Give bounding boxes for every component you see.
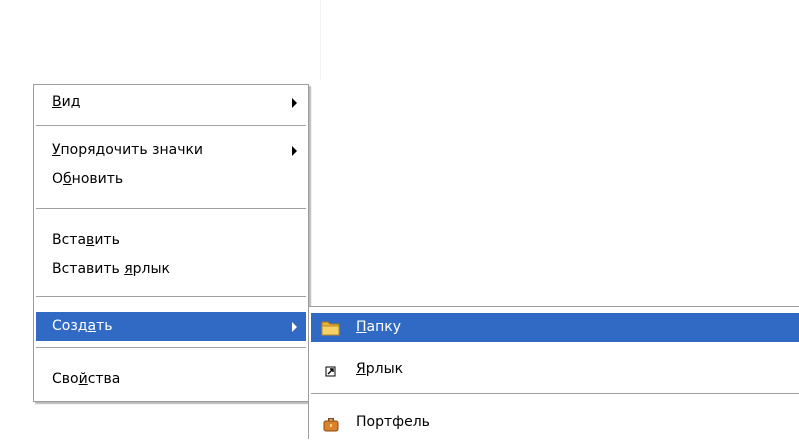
- menu-item-new[interactable]: Создать: [36, 312, 306, 341]
- menu-separator: [36, 208, 306, 209]
- menu-item-label: рлык: [132, 261, 171, 277]
- menu-item-paste[interactable]: Вставить: [36, 226, 306, 255]
- menu-item-label: порядочить значки: [60, 142, 204, 158]
- submenu-arrow-icon: [292, 322, 297, 332]
- submenu-item-accesskey: П: [356, 319, 367, 335]
- menu-item-accesskey: а: [87, 318, 97, 334]
- menu-item-label: ить: [94, 232, 120, 248]
- submenu-arrow-icon: [292, 146, 297, 156]
- menu-item-label: ид: [61, 94, 81, 110]
- submenu-item-accesskey: Я: [356, 361, 366, 377]
- background-divider: [320, 0, 321, 80]
- menu-item-accesskey: б: [63, 171, 72, 187]
- submenu-item-briefcase[interactable]: Портфель: [311, 408, 799, 437]
- menu-item-label: Сво: [52, 371, 79, 387]
- submenu-item-shortcut[interactable]: Ярлык: [311, 355, 799, 384]
- briefcase-icon: [321, 413, 341, 433]
- menu-item-label: ства: [87, 371, 121, 387]
- menu-item-view[interactable]: Вид: [36, 88, 306, 117]
- new-submenu: Папку Ярлык Портфель: [308, 306, 799, 439]
- submenu-arrow-icon: [292, 98, 297, 108]
- submenu-item-label: апку: [366, 319, 402, 335]
- menu-item-properties[interactable]: Свойства: [36, 365, 306, 394]
- menu-item-accesskey: я: [124, 261, 133, 277]
- menu-item-label: ть: [96, 318, 113, 334]
- desktop-context-menu: Вид Упорядочить значки Обновить Вставить…: [33, 84, 309, 402]
- submenu-item-label: рлык: [365, 361, 404, 377]
- folder-icon: [321, 318, 341, 338]
- menu-item-label: Вста: [52, 232, 87, 248]
- menu-item-label: Вставить: [52, 261, 125, 277]
- shortcut-icon: [321, 360, 341, 380]
- menu-separator: [36, 125, 306, 126]
- submenu-item-folder[interactable]: Папку: [311, 313, 799, 342]
- menu-item-accesskey: й: [78, 371, 88, 387]
- menu-item-paste-shortcut[interactable]: Вставить ярлык: [36, 255, 306, 284]
- menu-item-arrange-icons[interactable]: Упорядочить значки: [36, 136, 306, 165]
- submenu-item-label: Портфель: [356, 414, 430, 430]
- menu-item-label: О: [52, 171, 64, 187]
- menu-item-accesskey: В: [52, 94, 62, 110]
- menu-item-accesskey: У: [52, 142, 61, 158]
- menu-item-label: Созд: [52, 318, 88, 334]
- menu-separator: [36, 296, 306, 297]
- menu-separator: [311, 393, 799, 394]
- menu-separator: [36, 347, 306, 348]
- menu-item-label: новить: [71, 171, 124, 187]
- menu-item-refresh[interactable]: Обновить: [36, 165, 306, 194]
